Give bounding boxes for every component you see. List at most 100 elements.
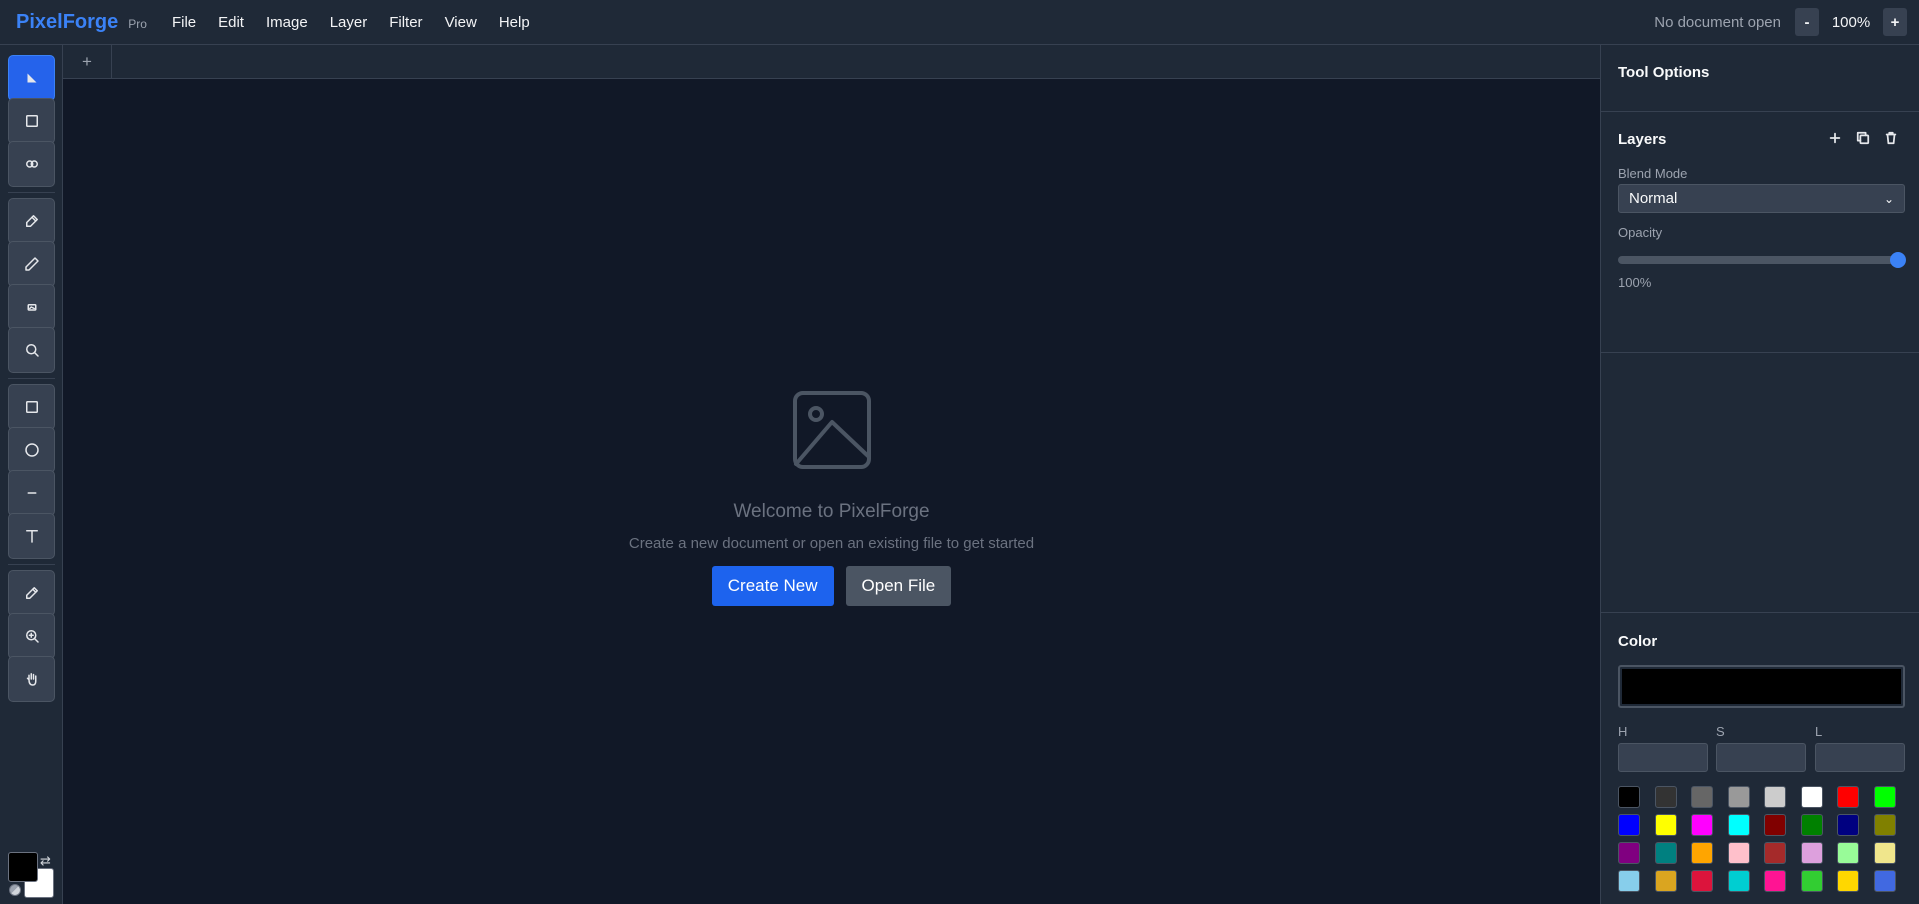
zoom-level: 100%: [1831, 13, 1871, 31]
blend-mode-select[interactable]: Normal ⌄: [1618, 184, 1905, 213]
swap-colors-icon[interactable]: ⇄: [40, 853, 51, 869]
pro-badge: Pro: [128, 16, 147, 31]
tool-separator: [8, 564, 55, 565]
palette-swatch[interactable]: [1691, 814, 1713, 836]
new-tab-button[interactable]: +: [63, 45, 112, 78]
magnify-tool-button[interactable]: [8, 327, 55, 373]
palette-swatch[interactable]: [1727, 814, 1750, 836]
palette-swatch[interactable]: [1800, 814, 1823, 836]
palette-swatch[interactable]: [1727, 786, 1750, 808]
menu-bar: File Edit Image Layer Filter View Help: [161, 8, 541, 37]
line-tool-button[interactable]: [8, 470, 55, 516]
plus-icon: [1829, 132, 1841, 144]
lightness-label: L: [1815, 724, 1823, 739]
add-layer-button[interactable]: [1821, 131, 1849, 145]
zoom-tool-icon: [25, 630, 39, 643]
palette-swatch[interactable]: [1837, 786, 1859, 808]
ellipse-tool-icon: [24, 443, 39, 457]
pencil-tool-button[interactable]: [8, 241, 55, 287]
image-placeholder-icon: [792, 390, 872, 475]
palette-swatch[interactable]: [1800, 842, 1823, 864]
menu-view[interactable]: View: [434, 8, 488, 37]
top-bar: PixelForge Pro File Edit Image Layer Fil…: [0, 0, 1919, 45]
delete-layer-button[interactable]: [1877, 131, 1905, 145]
palette-swatch[interactable]: [1654, 814, 1677, 836]
palette-swatch[interactable]: [1873, 814, 1896, 836]
palette-swatch[interactable]: [1618, 786, 1640, 808]
saturation-label: S: [1716, 724, 1725, 739]
menu-layer[interactable]: Layer: [319, 8, 379, 37]
palette-swatch[interactable]: [1764, 870, 1786, 892]
palette-swatch[interactable]: [1618, 814, 1640, 836]
eyedropper-tool-button[interactable]: [8, 570, 55, 616]
select-tool-button[interactable]: [8, 55, 55, 101]
right-panel: Tool Options Layers Blend Mode Normal ⌄ …: [1600, 45, 1919, 904]
menu-filter[interactable]: Filter: [378, 8, 433, 37]
welcome-title: Welcome to PixelForge: [733, 501, 930, 522]
menu-file[interactable]: File: [161, 8, 207, 37]
palette-swatch[interactable]: [1691, 870, 1713, 892]
menu-help[interactable]: Help: [488, 8, 541, 37]
pencil-tool-icon: [24, 257, 39, 271]
brush-tool-icon: [25, 215, 38, 227]
palette-swatch[interactable]: [1691, 786, 1713, 808]
ellipse-tool-button[interactable]: [8, 427, 55, 473]
rectangle-tool-button[interactable]: [8, 384, 55, 430]
palette-swatch[interactable]: [1800, 786, 1823, 808]
hand-tool-button[interactable]: [8, 656, 55, 702]
opacity-value: 100%: [1618, 275, 1652, 290]
open-file-button[interactable]: Open File: [845, 566, 952, 606]
menu-image[interactable]: Image: [255, 8, 319, 37]
palette-swatch[interactable]: [1800, 870, 1823, 892]
palette-swatch[interactable]: [1654, 842, 1677, 864]
saturation-input[interactable]: [1716, 743, 1806, 772]
opacity-slider-thumb[interactable]: [1890, 252, 1906, 268]
palette-swatch[interactable]: [1837, 814, 1859, 836]
eraser-tool-button[interactable]: [8, 284, 55, 330]
hue-input[interactable]: [1618, 743, 1708, 772]
rect-select-tool-icon: [25, 115, 38, 127]
welcome-subtitle: Create a new document or open an existin…: [628, 535, 1035, 552]
document-status: No document open: [1654, 13, 1781, 31]
blend-mode-value: Normal: [1629, 190, 1678, 207]
hue-label: H: [1618, 724, 1628, 739]
rect-select-tool-button[interactable]: [8, 98, 55, 144]
duplicate-layer-button[interactable]: [1849, 131, 1877, 145]
palette-swatch[interactable]: [1764, 842, 1786, 864]
create-new-button[interactable]: Create New: [711, 566, 834, 606]
palette-swatch[interactable]: [1764, 814, 1786, 836]
brush-tool-button[interactable]: [8, 198, 55, 244]
palette-swatch[interactable]: [1873, 842, 1896, 864]
color-palette: [1618, 786, 1908, 892]
palette-swatch[interactable]: [1873, 870, 1896, 892]
palette-swatch[interactable]: [1764, 786, 1786, 808]
zoom-out-button[interactable]: -: [1795, 8, 1819, 36]
palette-swatch[interactable]: [1618, 842, 1640, 864]
current-color-preview[interactable]: [1618, 665, 1905, 708]
palette-swatch[interactable]: [1873, 786, 1896, 808]
canvas-area: Welcome to PixelForge Create a new docum…: [63, 79, 1600, 904]
zoom-in-button[interactable]: +: [1883, 8, 1907, 36]
text-tool-button[interactable]: [8, 513, 55, 559]
hand-tool-icon: [26, 673, 36, 686]
lasso-tool-button[interactable]: [8, 141, 55, 187]
foreground-color-swatch[interactable]: [8, 852, 38, 882]
palette-swatch[interactable]: [1727, 870, 1750, 892]
opacity-slider-track[interactable]: [1618, 256, 1898, 264]
palette-swatch[interactable]: [1837, 870, 1859, 892]
palette-swatch[interactable]: [1654, 786, 1677, 808]
menu-edit[interactable]: Edit: [207, 8, 255, 37]
zoom-tool-button[interactable]: [8, 613, 55, 659]
layers-section: Layers Blend Mode Normal ⌄ Opacity 100%: [1601, 45, 1919, 353]
lightness-input[interactable]: [1815, 743, 1905, 772]
copy-icon: [1856, 131, 1870, 145]
palette-swatch[interactable]: [1618, 870, 1640, 892]
document-tabs: +: [63, 45, 1600, 79]
eyedropper-tool-icon: [25, 587, 38, 599]
palette-swatch[interactable]: [1654, 870, 1677, 892]
palette-swatch[interactable]: [1727, 842, 1750, 864]
reset-colors-icon[interactable]: [9, 884, 21, 896]
layer-actions: [1821, 131, 1905, 145]
palette-swatch[interactable]: [1837, 842, 1859, 864]
palette-swatch[interactable]: [1691, 842, 1713, 864]
